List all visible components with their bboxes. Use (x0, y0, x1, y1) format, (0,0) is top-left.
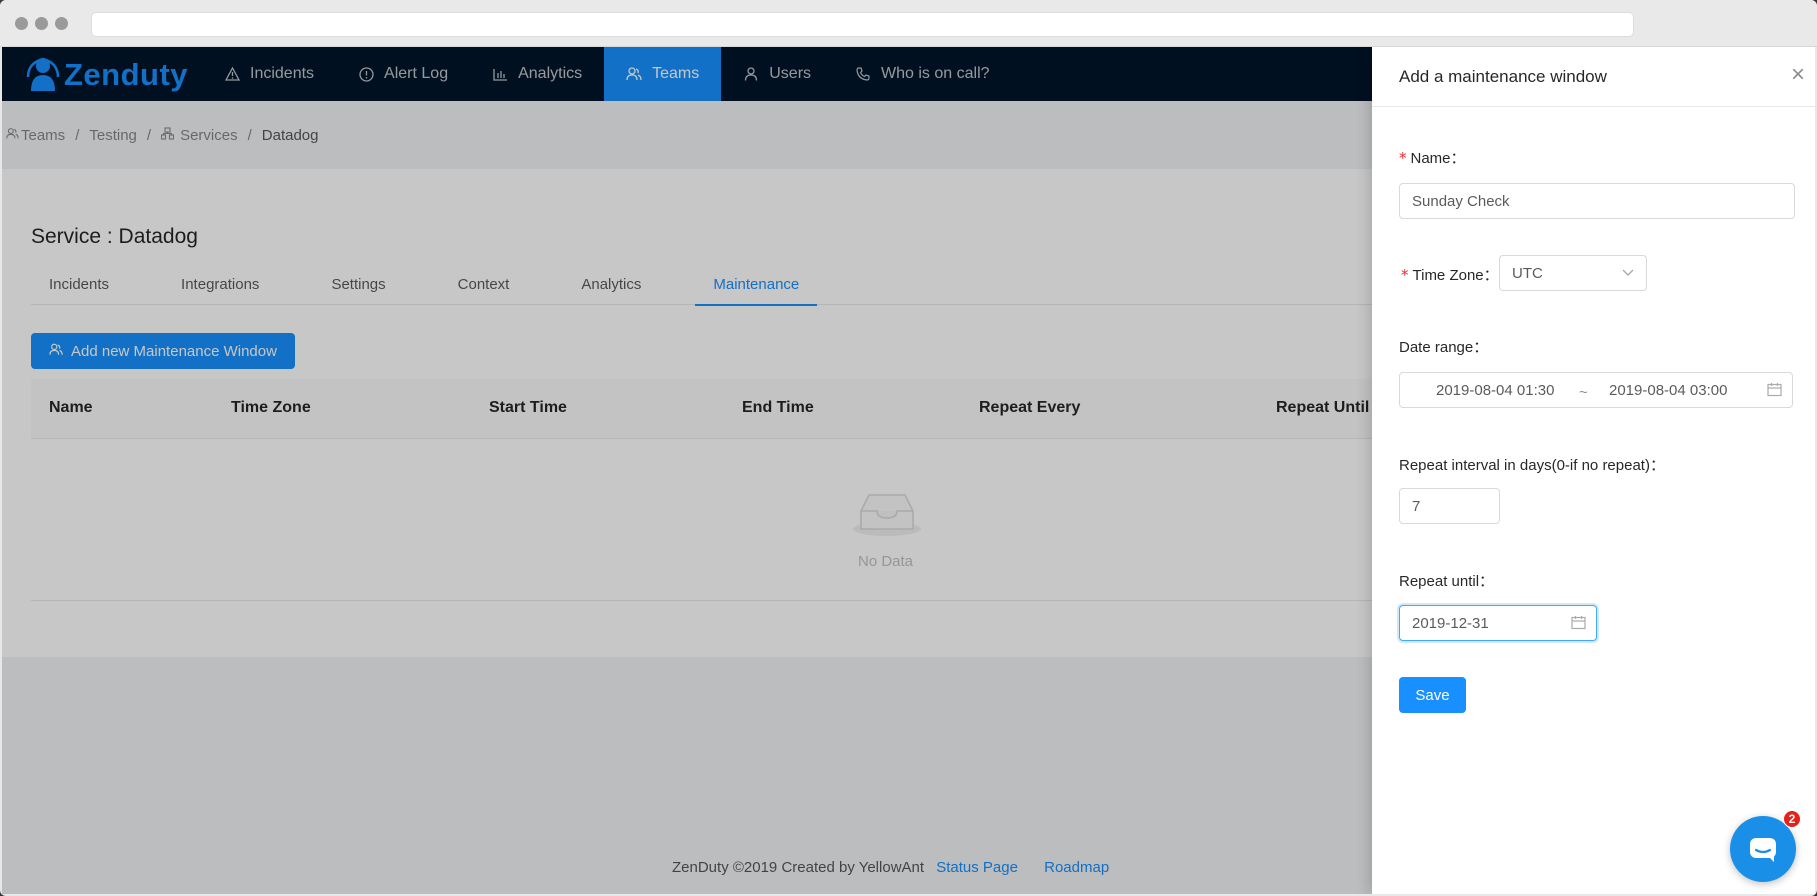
date-range-picker[interactable]: 2019-08-04 01:30 ~ 2019-08-04 03:00 (1399, 372, 1793, 408)
repeat-until-value: 2019-12-31 (1412, 614, 1489, 632)
name-field[interactable]: Sunday Check (1399, 183, 1795, 219)
timezone-select-value: UTC (1512, 264, 1543, 282)
save-button[interactable]: Save (1399, 677, 1466, 713)
name-field-value: Sunday Check (1412, 192, 1510, 210)
window-close-dot[interactable] (15, 17, 28, 30)
window-minimize-dot[interactable] (35, 17, 48, 30)
drawer-header: Add a maintenance window × (1372, 47, 1815, 107)
repeat-interval-label: Repeat interval in days(0-if no repeat)： (1399, 457, 1665, 474)
browser-window: Zenduty Incidents Alert Log Analytics Te… (0, 0, 1817, 896)
repeat-until-label: Repeat until： (1399, 573, 1495, 590)
repeat-until-picker[interactable]: 2019-12-31 (1399, 605, 1597, 641)
name-label: * Name： (1399, 147, 1466, 168)
calendar-icon (1571, 616, 1586, 630)
name-label-text: Name： (1410, 150, 1466, 167)
date-range-label: Date range： (1399, 339, 1489, 356)
app-root: Zenduty Incidents Alert Log Analytics Te… (2, 47, 1815, 894)
timezone-select[interactable]: UTC (1499, 255, 1647, 291)
close-icon[interactable]: × (1791, 63, 1805, 87)
date-range-end[interactable]: 2019-08-04 03:00 (1609, 382, 1727, 399)
date-range-start[interactable]: 2019-08-04 01:30 (1436, 382, 1554, 399)
browser-chrome (0, 0, 1817, 47)
chevron-down-icon (1622, 266, 1634, 280)
date-range-separator: ~ (1579, 384, 1588, 401)
calendar-icon (1767, 383, 1782, 397)
repeat-interval-value: 7 (1412, 497, 1421, 515)
timezone-label: * Time Zone： (1401, 264, 1499, 285)
chat-notification-badge: 2 (1783, 810, 1801, 828)
required-marker: * (1399, 149, 1407, 167)
maintenance-drawer: Add a maintenance window × * Name： Sunday… (1372, 47, 1815, 894)
repeat-interval-field[interactable]: 7 (1399, 488, 1500, 524)
required-marker: * (1401, 266, 1409, 284)
window-maximize-dot[interactable] (55, 17, 68, 30)
drawer-title: Add a maintenance window (1399, 67, 1607, 86)
address-bar[interactable] (91, 12, 1634, 37)
timezone-label-text: Time Zone： (1412, 267, 1499, 284)
